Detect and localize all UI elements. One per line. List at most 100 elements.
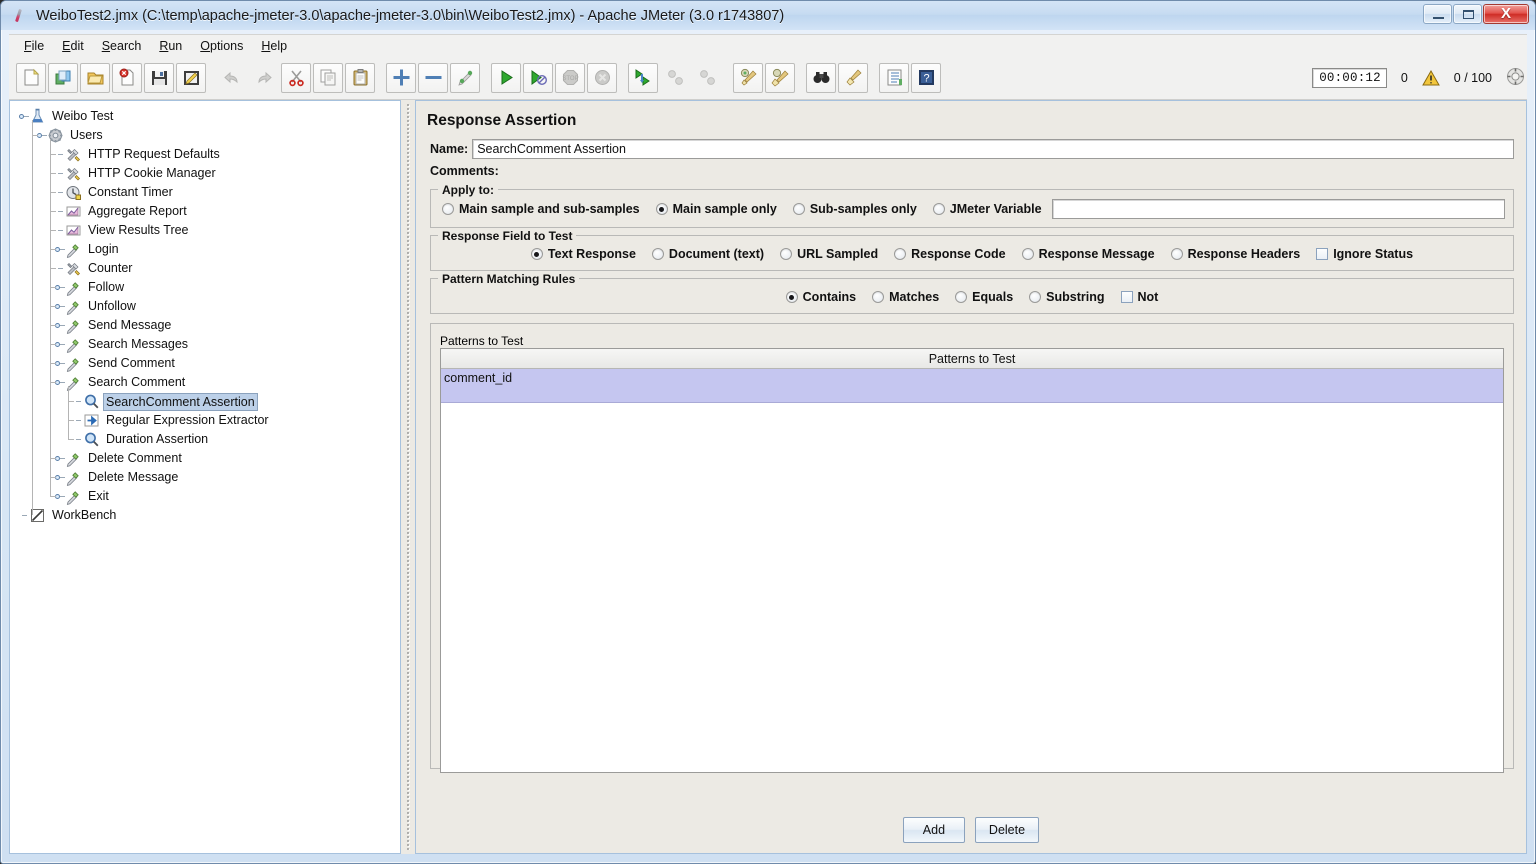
clear-all-broom-icon [771,68,789,87]
radio-icon [894,248,907,260]
tree-node-aggregate-report[interactable]: Aggregate Report [10,202,400,221]
checkbox-ignore-status[interactable]: Ignore Status [1316,247,1413,261]
checkbox-not[interactable]: Not [1120,290,1158,304]
start-remote-all-button[interactable] [628,62,658,93]
menu-edit[interactable]: Edit [53,37,93,55]
tree-node-constant-timer[interactable]: Constant Timer [10,183,400,202]
patterns-column-header[interactable]: Patterns to Test [441,349,1503,369]
tree-node-search-messages[interactable]: Search Messages [10,335,400,354]
test-plan-tree[interactable]: Weibo Test Users HTTP Request Defaults HTTP… [10,101,400,525]
save-button[interactable] [144,62,174,93]
thread-gauge-icon[interactable] [1506,67,1525,89]
radio-text-response[interactable]: Text Response [530,247,636,261]
tree-node-weibo-test[interactable]: Weibo Test [10,107,400,126]
radio-icon [785,291,798,303]
test-plan-tree-panel[interactable]: Weibo Test Users HTTP Request Defaults HTTP… [9,100,401,854]
start-no-pauses-button[interactable] [523,62,553,93]
listener-chart-icon [66,225,81,236]
config-tools-icon [65,260,82,277]
tree-node-send-message[interactable]: Send Message [10,316,400,335]
maximize-button[interactable] [1453,4,1482,24]
tree-node-delete-comment[interactable]: Delete Comment [10,449,400,468]
tree-node-exit[interactable]: Exit [10,487,400,506]
menu-options[interactable]: Options [191,37,252,55]
name-input[interactable]: SearchComment Assertion [472,139,1514,159]
reset-search-button[interactable] [838,62,868,93]
warning-triangle-icon[interactable] [1421,69,1440,86]
shutdown-button[interactable] [587,62,617,93]
copy-button[interactable] [313,62,343,93]
radio-response-code[interactable]: Response Code [894,247,1006,261]
radio-equals[interactable]: Equals [955,290,1013,304]
tree-node-login[interactable]: Login [10,240,400,259]
tree-node-unfollow[interactable]: Unfollow [10,297,400,316]
close-button[interactable]: X [1483,4,1529,24]
assertion-magnifier-icon [83,431,100,448]
tree-node-http-request-defaults[interactable]: HTTP Request Defaults [10,145,400,164]
expand-all-button[interactable] [386,62,416,93]
menu-help[interactable]: Help [252,37,296,55]
plus-icon [393,69,409,86]
clear-button[interactable] [733,62,763,93]
tree-node-counter[interactable]: Counter [10,259,400,278]
function-helper-button[interactable] [879,62,909,93]
redo-button[interactable] [249,63,279,93]
search-button[interactable] [806,62,836,93]
close-page-button[interactable] [112,62,142,93]
toggle-button[interactable] [450,62,480,93]
delete-button[interactable]: Delete [974,817,1040,843]
minimize-button[interactable] [1423,4,1452,24]
menu-file[interactable]: File [15,37,53,55]
tree-node-label: Users [70,128,103,142]
radio-substring[interactable]: Substring [1029,290,1105,304]
save-as-button[interactable] [176,62,206,93]
comments-label: Comments: [430,164,499,178]
tree-node-label: Counter [88,261,133,275]
radio-jmeter-variable[interactable]: JMeter Variable [932,202,1042,216]
new-button[interactable] [16,62,46,93]
tree-node-delete-message[interactable]: Delete Message [10,468,400,487]
tree-collapse-handle-icon[interactable] [18,111,29,122]
stop-remote-all-button[interactable] [660,63,690,93]
collapse-all-button[interactable] [418,62,448,93]
tree-node-http-cookie-manager[interactable]: HTTP Cookie Manager [10,164,400,183]
radio-url-sampled[interactable]: URL Sampled [780,247,878,261]
radio-response-headers[interactable]: Response Headers [1170,247,1300,261]
split-divider[interactable] [403,100,415,854]
tree-node-label: Search Messages [88,337,189,351]
tree-node-users[interactable]: Users [10,126,400,145]
radio-matches[interactable]: Matches [872,290,939,304]
shutdown-remote-all-button[interactable] [692,63,722,93]
tree-node-follow[interactable]: Follow [10,278,400,297]
radio-contains[interactable]: Contains [785,290,856,304]
radio-main-sample-and-sub-samples[interactable]: Main sample and sub-samples [442,202,640,216]
patterns-table[interactable]: Patterns to Test comment_id [440,348,1504,773]
clear-all-button[interactable] [765,62,795,93]
comments-input[interactable] [502,161,1514,181]
radio-main-sample-only[interactable]: Main sample only [655,202,777,216]
menu-run[interactable]: Run [150,37,191,55]
open-button[interactable] [80,62,110,93]
radio-icon [1029,291,1042,303]
tree-node-view-results-tree[interactable]: View Results Tree [10,221,400,240]
tree-node-workbench[interactable]: WorkBench [10,506,400,525]
radio-sub-samples-only[interactable]: Sub-samples only [792,202,917,216]
help-button[interactable]: ? [911,62,941,93]
radio-response-message[interactable]: Response Message [1021,247,1155,261]
tree-node-send-comment[interactable]: Send Comment [10,354,400,373]
paste-button[interactable] [345,62,375,93]
stop-button[interactable]: STOP [555,62,585,93]
jmeter-variable-input[interactable] [1051,199,1505,219]
clear-broom-icon [740,68,757,86]
menu-search[interactable]: Search [93,37,151,55]
close-page-icon [119,68,133,86]
menu-file-label: ile [31,38,45,53]
option-label: Main sample only [672,202,777,216]
add-button[interactable]: Add [902,817,965,843]
cut-button[interactable] [281,62,311,93]
radio-document-text[interactable]: Document (text) [651,247,764,261]
table-row[interactable]: comment_id [441,369,1503,403]
start-button[interactable] [491,62,521,93]
undo-button[interactable] [217,63,247,93]
templates-button[interactable] [48,62,78,93]
